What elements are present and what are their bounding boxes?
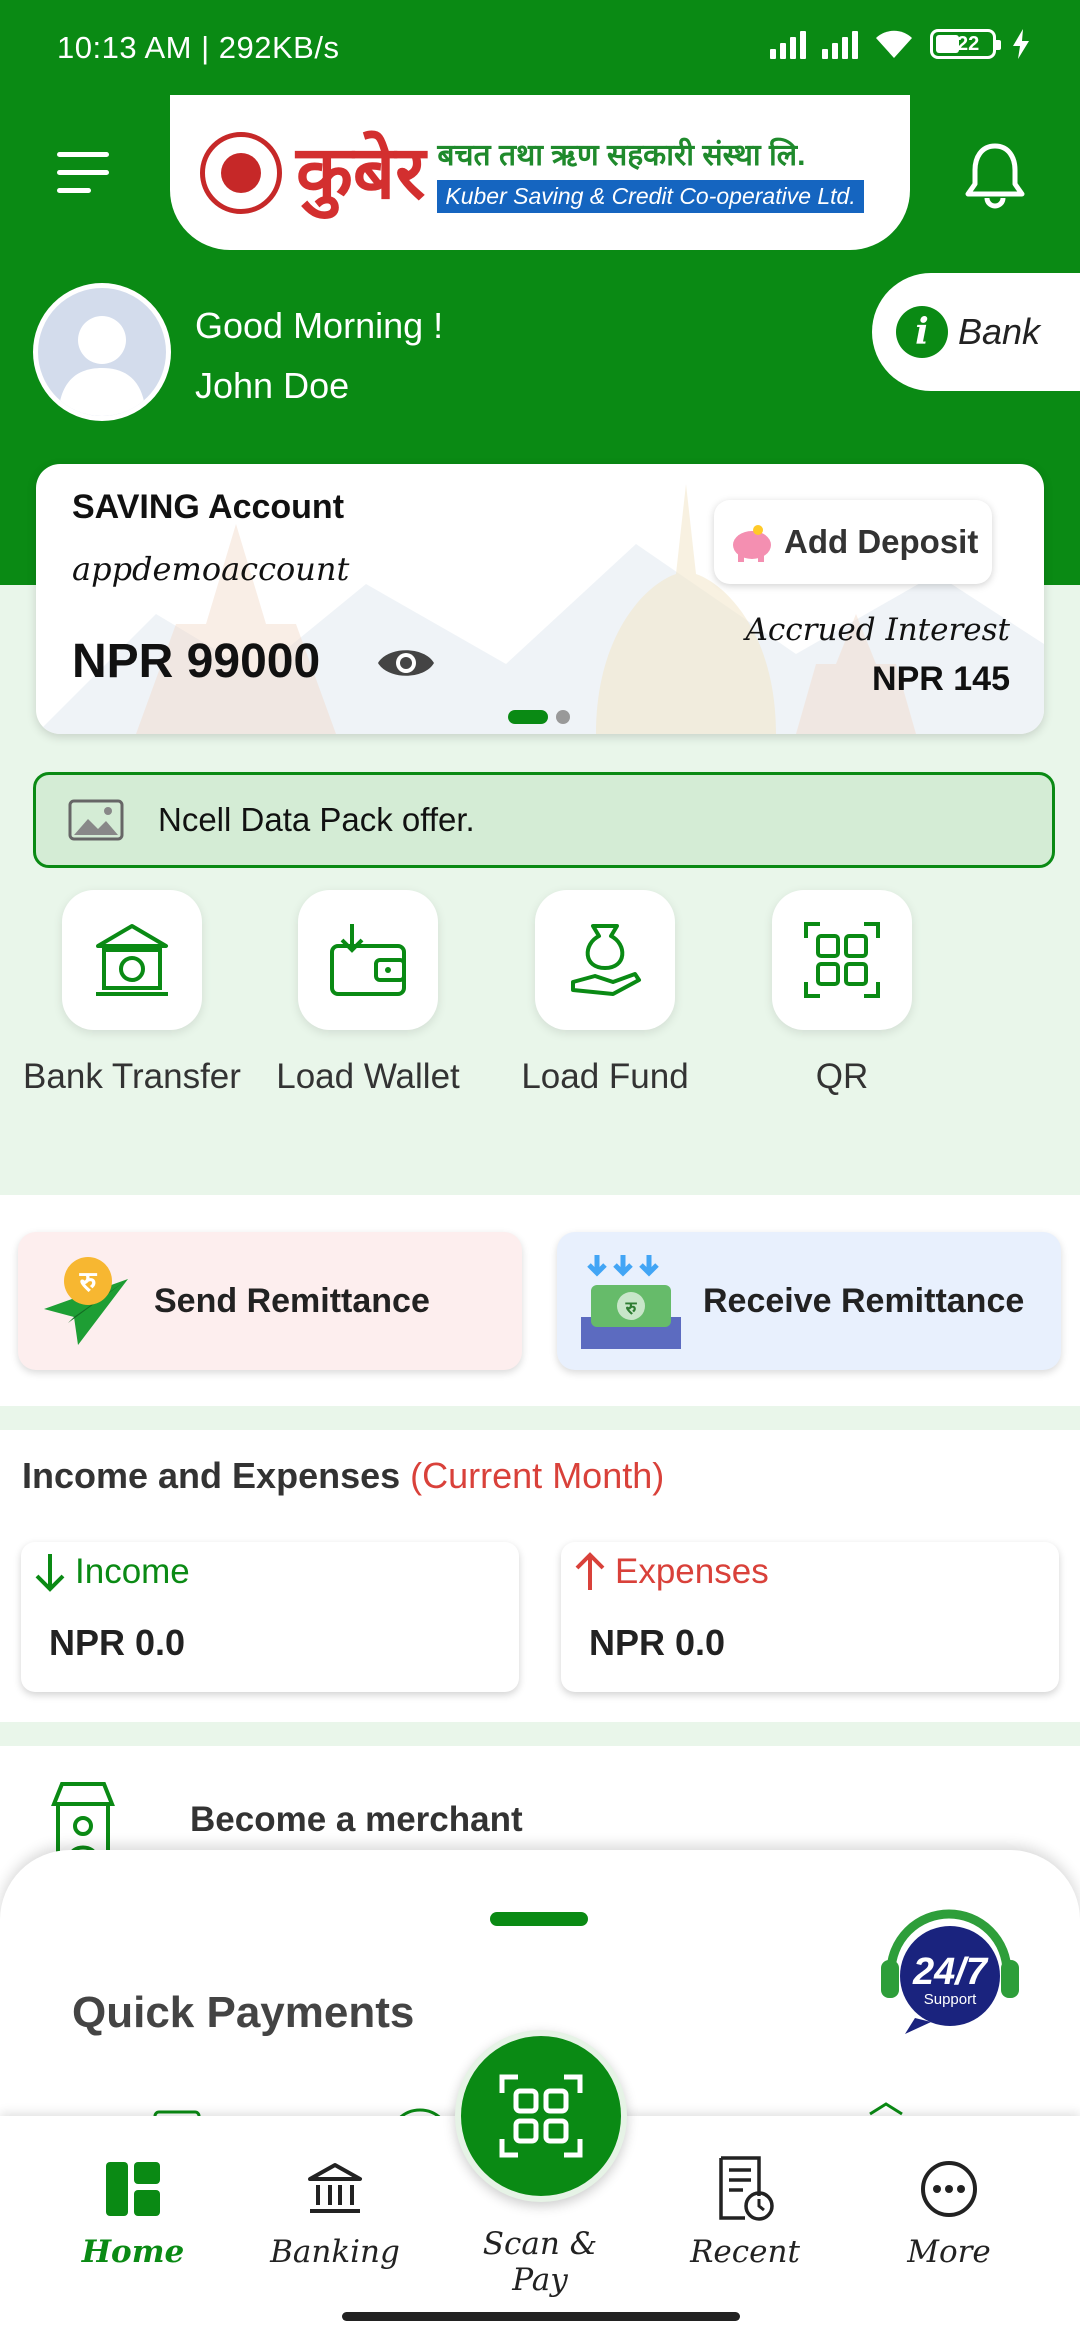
receipt-clock-icon bbox=[660, 2154, 830, 2224]
sheet-drag-handle[interactable] bbox=[490, 1912, 588, 1926]
service-load-wallet[interactable]: Load Wallet bbox=[250, 890, 486, 1102]
menu-icon[interactable] bbox=[57, 150, 113, 196]
section-separator bbox=[0, 1722, 1080, 1746]
battery-icon: 22 bbox=[930, 29, 1001, 59]
accrued-interest-value: NPR 145 bbox=[872, 660, 1010, 698]
avatar[interactable] bbox=[33, 283, 171, 421]
more-dots-icon bbox=[864, 2154, 1034, 2224]
nav-scan-pay[interactable]: Scan & Pay bbox=[455, 2226, 625, 2298]
svg-text:रु: रु bbox=[625, 1298, 638, 1319]
receive-remittance-button[interactable]: रु Receive Remittance bbox=[557, 1232, 1061, 1370]
service-label: QR bbox=[815, 1057, 869, 1096]
scan-qr-icon bbox=[499, 2074, 583, 2158]
status-time-speed: 10:13 AM | 292KB/s bbox=[57, 30, 340, 65]
greeting-block: Good Morning ! John Doe bbox=[195, 296, 443, 416]
load-fund-icon bbox=[535, 890, 675, 1030]
receive-remittance-label: Receive Remittance bbox=[703, 1281, 1025, 1320]
expenses-card[interactable]: Expenses NPR 0.0 bbox=[561, 1542, 1059, 1692]
greeting-text: Good Morning ! bbox=[195, 305, 444, 346]
income-expenses-period: (Current Month) bbox=[410, 1455, 665, 1496]
income-label: Income bbox=[75, 1552, 190, 1591]
support-24-7-icon[interactable]: 24/7 Support bbox=[875, 1894, 1025, 2044]
nav-home-label: Home bbox=[81, 2234, 185, 2270]
piggy-bank-icon bbox=[733, 525, 771, 562]
bank-transfer-icon bbox=[62, 890, 202, 1030]
service-label: Bank Transfer bbox=[23, 1057, 241, 1096]
status-icons: 22 bbox=[770, 28, 1030, 60]
account-name: appdemoaccount bbox=[72, 550, 350, 588]
scan-pay-button[interactable] bbox=[455, 2030, 627, 2202]
nav-recent-label: Recent bbox=[690, 2234, 800, 2270]
status-bar: 10:13 AM | 292KB/s 22 bbox=[0, 0, 1080, 90]
send-remittance-icon: रु bbox=[44, 1257, 128, 1345]
user-name: John Doe bbox=[195, 365, 350, 406]
nav-scan-label: Scan & Pay bbox=[482, 2226, 598, 2298]
account-balance: NPR 99000 bbox=[72, 635, 321, 688]
charging-icon bbox=[1013, 29, 1029, 59]
carousel-indicator bbox=[508, 710, 570, 724]
logo-seal-icon bbox=[200, 131, 282, 214]
service-bank-transfer[interactable]: Bank Transfer bbox=[14, 890, 250, 1102]
bell-icon[interactable] bbox=[963, 140, 1027, 210]
account-type: SAVING Account bbox=[72, 488, 345, 526]
signal-icon-2 bbox=[822, 29, 858, 59]
merchant-store-icon bbox=[51, 1782, 115, 1860]
signal-icon bbox=[770, 29, 806, 59]
service-qr[interactable]: QR bbox=[724, 890, 960, 1102]
support-text: 24/7 bbox=[912, 1951, 989, 1993]
info-icon: i bbox=[896, 306, 948, 358]
service-load-fund[interactable]: Load Fund bbox=[487, 890, 723, 1102]
nav-more[interactable]: More bbox=[864, 2154, 1034, 2270]
gesture-bar[interactable] bbox=[342, 2312, 740, 2321]
promo-banner[interactable]: Ncell Data Pack offer. bbox=[33, 772, 1055, 868]
nav-recent[interactable]: Recent bbox=[660, 2154, 830, 2270]
send-remittance-button[interactable]: रु Send Remittance bbox=[18, 1232, 522, 1370]
arrow-up-icon bbox=[575, 1552, 605, 1590]
nav-banking-label: Banking bbox=[270, 2234, 400, 2270]
eye-icon[interactable] bbox=[376, 640, 436, 686]
svg-text:रु: रु bbox=[79, 1265, 98, 1298]
wallet-icon bbox=[298, 890, 438, 1030]
logo-devanagari: कुबेर bbox=[296, 129, 426, 216]
expenses-head: Expenses bbox=[573, 1552, 769, 1592]
logo-nepali-text: बचत तथा ऋण सहकारी संस्था लि. bbox=[437, 138, 806, 172]
income-expenses-title: Income and Expenses (Current Month) bbox=[22, 1455, 664, 1497]
support-sub-text: Support bbox=[924, 1991, 977, 2008]
nav-more-label: More bbox=[907, 2234, 991, 2270]
become-merchant-label: Become a merchant bbox=[190, 1800, 523, 1839]
add-deposit-button[interactable]: Add Deposit bbox=[714, 500, 992, 584]
expenses-value: NPR 0.0 bbox=[589, 1622, 726, 1663]
info-bank-button[interactable]: i Bank bbox=[872, 273, 1080, 391]
home-dashboard-icon bbox=[48, 2154, 218, 2224]
section-separator bbox=[0, 1406, 1080, 1430]
income-expenses-title-text: Income and Expenses bbox=[22, 1455, 401, 1496]
nav-banking[interactable]: Banking bbox=[250, 2154, 420, 2270]
nav-home[interactable]: Home bbox=[48, 2154, 218, 2270]
send-remittance-label: Send Remittance bbox=[154, 1281, 430, 1320]
info-bank-label: Bank bbox=[958, 311, 1041, 352]
income-card[interactable]: Income NPR 0.0 bbox=[21, 1542, 519, 1692]
accrued-interest-label: Accrued Interest bbox=[745, 612, 1010, 648]
income-head: Income bbox=[33, 1552, 190, 1592]
image-icon bbox=[68, 799, 124, 841]
arrow-down-icon bbox=[35, 1554, 65, 1592]
wifi-icon bbox=[876, 30, 912, 58]
bank-icon bbox=[250, 2154, 420, 2224]
logo-english-text: Kuber Saving & Credit Co-operative Ltd. bbox=[437, 179, 864, 213]
receive-remittance-icon: रु bbox=[581, 1255, 681, 1349]
avatar-placeholder-icon bbox=[58, 316, 146, 416]
logo-card: कुबेर बचत तथा ऋण सहकारी संस्था लि. Kuber… bbox=[170, 95, 910, 250]
account-card[interactable]: SAVING Account appdemoaccount NPR 99000 … bbox=[36, 464, 1044, 734]
quick-payments-title: Quick Payments bbox=[72, 1988, 415, 2037]
add-deposit-label: Add Deposit bbox=[784, 523, 979, 560]
qr-icon bbox=[772, 890, 912, 1030]
promo-banner-text: Ncell Data Pack offer. bbox=[158, 801, 475, 838]
expenses-label: Expenses bbox=[615, 1552, 769, 1591]
battery-level: 22 bbox=[957, 32, 980, 55]
income-value: NPR 0.0 bbox=[49, 1622, 186, 1663]
service-label: Load Wallet bbox=[276, 1057, 460, 1096]
service-label: Load Fund bbox=[521, 1057, 689, 1096]
